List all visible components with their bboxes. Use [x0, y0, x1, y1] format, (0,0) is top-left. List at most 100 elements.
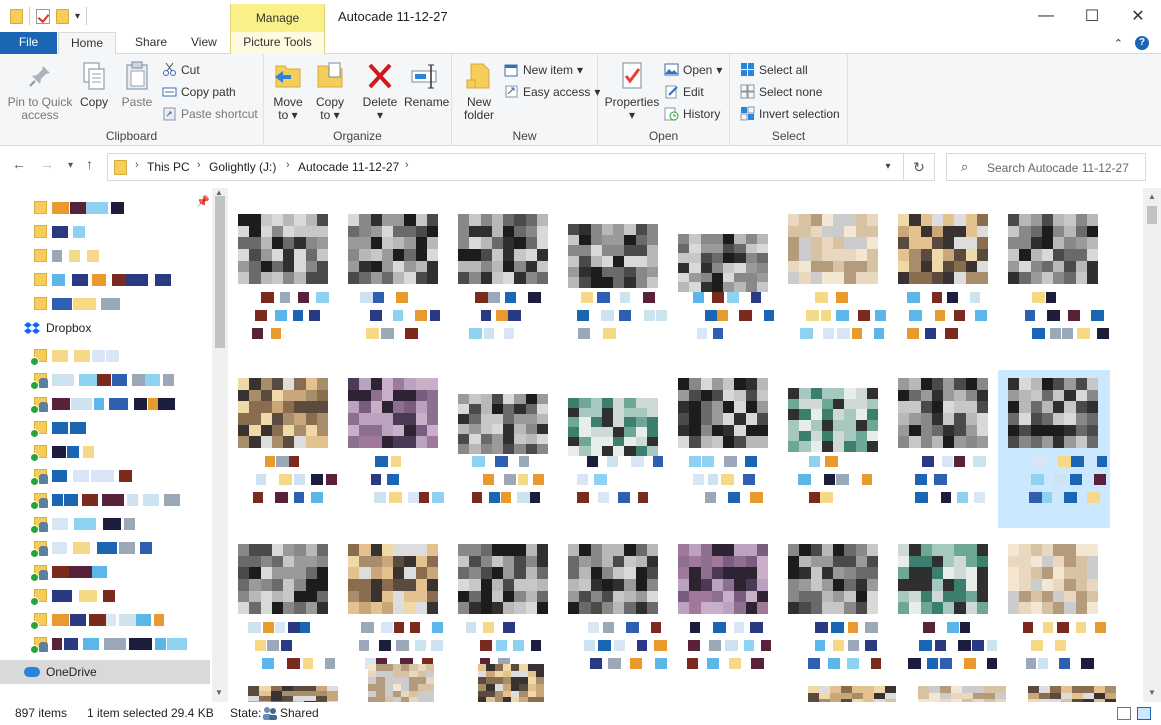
new-folder-icon[interactable] [56, 8, 69, 24]
nav-item-folder[interactable] [0, 584, 212, 608]
thumbnail-image[interactable] [248, 686, 338, 702]
copy-to-button[interactable]: Copy to ▾ [312, 60, 348, 122]
file-tile[interactable] [888, 370, 1000, 528]
copy-button[interactable]: Copy [76, 60, 112, 109]
invert-selection-button[interactable]: Invert selection [740, 106, 840, 121]
tab-file[interactable]: File [0, 32, 57, 54]
nav-item-folder[interactable] [0, 196, 212, 220]
copy-path-button[interactable]: Copy path [162, 84, 236, 99]
file-tile[interactable] [998, 206, 1110, 364]
new-folder-button[interactable]: New folder [458, 60, 500, 122]
nav-item-folder[interactable] [0, 632, 212, 656]
file-tile[interactable] [228, 370, 340, 528]
rename-button[interactable]: Rename [404, 60, 449, 109]
breadcrumb-separator-icon[interactable]: › [197, 159, 201, 171]
content-scrollbar-thumb[interactable] [1147, 206, 1157, 224]
file-tile[interactable] [778, 370, 890, 528]
details-view-icon[interactable] [1117, 707, 1131, 720]
tab-home[interactable]: Home [58, 32, 116, 55]
paste-button[interactable]: Paste [118, 60, 156, 109]
nav-item-folder[interactable] [0, 368, 212, 392]
delete-button[interactable]: Delete ▾ [360, 60, 400, 122]
nav-item-folder[interactable] [0, 488, 212, 512]
file-tile[interactable] [888, 536, 1000, 694]
file-tile[interactable] [558, 536, 670, 694]
nav-item-folder[interactable] [0, 268, 212, 292]
history-button[interactable]: History [664, 106, 720, 121]
thumbnail-image[interactable] [1028, 686, 1116, 702]
select-all-button[interactable]: Select all [740, 62, 808, 77]
refresh-icon[interactable]: ↻ [904, 153, 935, 181]
nav-item-folder[interactable] [0, 560, 212, 584]
breadcrumb-separator-icon[interactable]: › [405, 159, 409, 171]
nav-scrollbar-thumb[interactable] [215, 196, 225, 348]
close-button[interactable]: ✕ [1115, 0, 1161, 32]
easy-access-button[interactable]: Easy access ▾ [504, 84, 600, 99]
maximize-button[interactable]: ☐ [1069, 0, 1115, 32]
scroll-down-arrow-icon[interactable]: ▼ [1148, 688, 1156, 697]
thumbnail-image[interactable] [918, 686, 1006, 702]
forward-arrow-icon[interactable]: → [40, 156, 54, 172]
nav-item-folder[interactable] [0, 440, 212, 464]
file-tile[interactable] [338, 370, 450, 528]
nav-scrollbar[interactable]: ▲ ▼ [212, 188, 228, 702]
address-box[interactable]: › This PC › Golightly (J:) › Autocade 11… [107, 153, 904, 181]
up-arrow-icon[interactable]: ↑ [86, 156, 93, 172]
nav-item-folder[interactable] [0, 464, 212, 488]
address-dropdown-icon[interactable]: ▾ [873, 153, 904, 181]
open-button[interactable]: Open ▾ [664, 62, 722, 77]
minimize-button[interactable]: — [1023, 0, 1069, 32]
file-tile[interactable] [778, 536, 890, 694]
nav-item-folder[interactable] [0, 608, 212, 632]
breadcrumb-drive[interactable]: Golightly (J:) [209, 160, 276, 174]
file-tile[interactable] [558, 370, 670, 528]
search-box[interactable]: ⌕ Search Autocade 11-12-27 [946, 153, 1146, 181]
thumbnail-image[interactable] [478, 664, 544, 702]
file-tile[interactable] [668, 536, 780, 694]
back-arrow-icon[interactable]: ← [12, 156, 26, 172]
edit-button[interactable]: Edit [664, 84, 704, 99]
content-scrollbar[interactable]: ▲ ▼ [1143, 188, 1161, 702]
nav-item-folder[interactable] [0, 536, 212, 560]
large-icons-view-icon[interactable] [1137, 707, 1151, 720]
file-tile[interactable] [448, 370, 560, 528]
file-tile[interactable] [448, 206, 560, 364]
scroll-down-arrow-icon[interactable]: ▼ [215, 688, 223, 697]
breadcrumb-this-pc[interactable]: This PC [147, 160, 190, 174]
collapse-ribbon-chevron-icon[interactable]: ⌃ [1114, 37, 1123, 50]
nav-item-folder[interactable] [0, 244, 212, 268]
help-icon[interactable]: ? [1135, 36, 1149, 50]
select-none-button[interactable]: Select none [740, 84, 822, 99]
nav-item-folder[interactable] [0, 292, 212, 316]
file-tile[interactable] [668, 206, 780, 364]
properties-button[interactable]: Properties ▾ [604, 60, 660, 122]
nav-item-folder[interactable] [0, 512, 212, 536]
pin-to-quick-access-button[interactable]: Pin to Quick access [6, 60, 74, 122]
breadcrumb-separator-icon[interactable]: › [135, 159, 139, 171]
file-tile[interactable] [228, 536, 340, 694]
thumbnail-image[interactable] [368, 664, 434, 702]
file-tile[interactable] [998, 370, 1110, 528]
file-tile[interactable] [998, 536, 1110, 694]
file-tile[interactable] [228, 206, 340, 364]
properties-check-icon[interactable] [36, 8, 50, 24]
nav-item-folder[interactable] [0, 416, 212, 440]
file-tile[interactable] [338, 206, 450, 364]
recent-locations-chevron-icon[interactable]: ▾ [68, 160, 73, 171]
tab-picture-tools[interactable]: Picture Tools [230, 32, 325, 54]
breadcrumb-separator-icon[interactable]: › [286, 159, 290, 171]
pin-icon[interactable]: 📌 [196, 195, 210, 208]
nav-item-onedrive[interactable]: OneDrive [0, 660, 210, 684]
file-tile[interactable] [778, 206, 890, 364]
file-tile[interactable] [668, 370, 780, 528]
new-item-button[interactable]: New item ▾ [504, 62, 583, 77]
paste-shortcut-button[interactable]: Paste shortcut [162, 106, 258, 121]
thumbnail-image[interactable] [808, 686, 896, 702]
file-tile[interactable] [888, 206, 1000, 364]
manage-context-tab[interactable]: Manage [230, 4, 325, 32]
scroll-up-arrow-icon[interactable]: ▲ [1148, 192, 1156, 201]
customize-toolbar-arrow-icon[interactable]: ▾ [75, 11, 80, 22]
nav-item-folder[interactable] [0, 220, 212, 244]
nav-item-folder[interactable] [0, 344, 212, 368]
breadcrumb-current-folder[interactable]: Autocade 11-12-27 [298, 160, 399, 174]
